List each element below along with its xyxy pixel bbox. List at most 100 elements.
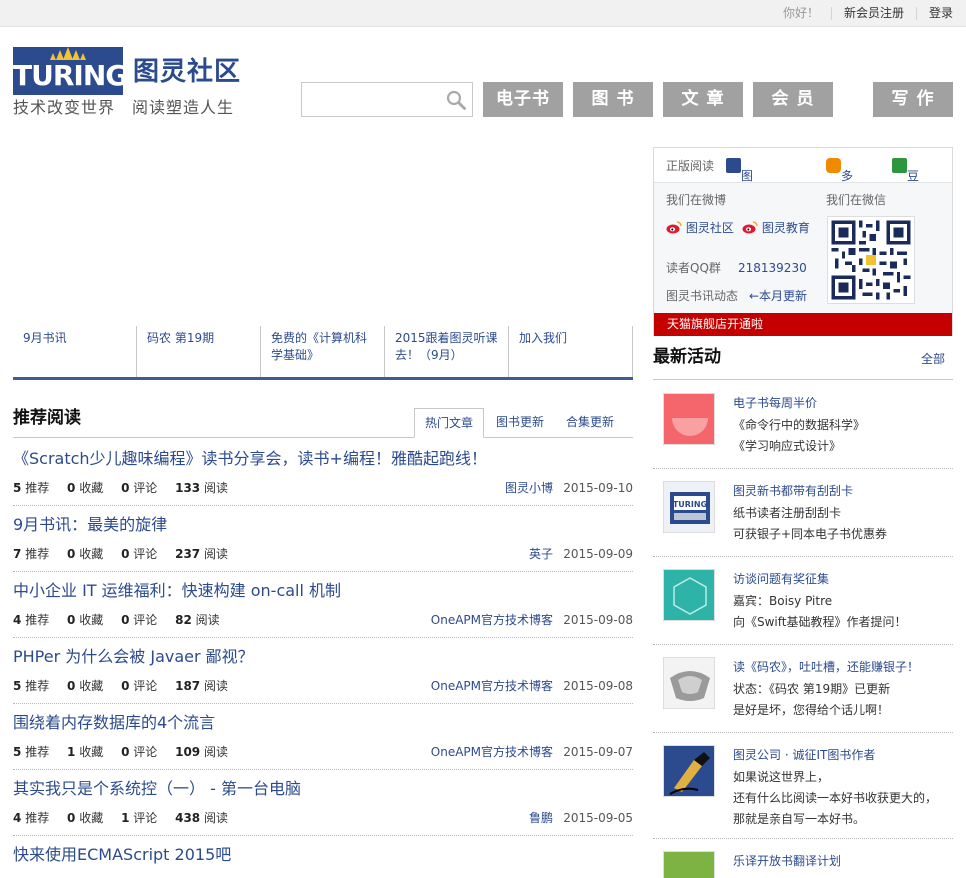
article-item: PHPer 为什么会被 Javaer 鄙视？ 5 推荐 0 收藏 0 评论 18… xyxy=(13,638,633,704)
article-title[interactable]: 中小企业 IT 运维福利：快速构建 on-call 机制 xyxy=(13,580,341,602)
activity-title[interactable]: 电子书每周半价 xyxy=(733,395,817,411)
article-title[interactable]: 围绕着内存数据库的4个流言 xyxy=(13,712,215,734)
duokan-link[interactable]: 多看 xyxy=(826,158,853,199)
favorite-count: 0 xyxy=(67,679,76,693)
activity-thumbnail[interactable] xyxy=(663,393,715,445)
article-title[interactable]: 快来使用ECMAScript 2015吧 xyxy=(13,844,231,866)
turing-ebook-link[interactable]: 图灵电子书 xyxy=(726,158,753,247)
wechat-label: 我们在微信 xyxy=(826,193,887,207)
activity-title[interactable]: 乐译开放书翻译计划 xyxy=(733,853,841,869)
favorite-count: 0 xyxy=(67,811,76,825)
article-title[interactable]: 9月书讯：最美的旋律 xyxy=(13,514,167,536)
comment-label: 评论 xyxy=(133,547,158,561)
article-author[interactable]: 鲁鹏 xyxy=(529,810,553,826)
read-count: 82 xyxy=(175,613,192,627)
news-tab-4[interactable]: 2015跟着图灵听课去！（9月） xyxy=(385,326,509,377)
weibo-community-link[interactable]: 图灵社区 xyxy=(666,220,734,236)
weibo-education-link[interactable]: 图灵教育 xyxy=(742,220,810,236)
recommended-header: 推荐阅读 热门文章 图书更新 合集更新 xyxy=(13,406,633,438)
activity-line: 可获银子+同本电子书优惠券 xyxy=(733,527,888,541)
duokan-icon xyxy=(826,158,841,173)
article-meta: 5 推荐 0 收藏 0 评论 187 阅读 xyxy=(13,678,242,694)
nav-write-button[interactable]: 写 作 xyxy=(873,82,953,117)
article-title[interactable]: 其实我只是个系统控（一） - 第一台电脑 xyxy=(13,778,301,800)
monthly-update-link[interactable]: ←本月更新 xyxy=(749,288,807,304)
coder-magazine-icon xyxy=(664,658,714,708)
register-link[interactable]: 新会员注册 xyxy=(830,7,916,20)
news-tab-5[interactable]: 加入我们 xyxy=(509,326,633,377)
article-title[interactable]: PHPer 为什么会被 Javaer 鄙视？ xyxy=(13,646,254,668)
article-author[interactable]: 图灵小博 xyxy=(505,480,553,496)
read-count: 109 xyxy=(175,745,201,759)
favorite-count: 0 xyxy=(67,613,76,627)
greeting-text: 你好！ xyxy=(782,6,819,20)
activity-title[interactable]: 图灵新书都带有刮刮卡 xyxy=(733,483,853,499)
activity-thumbnail[interactable] xyxy=(663,657,715,709)
tab-book-updates[interactable]: 图书更新 xyxy=(486,408,554,438)
article-meta: 4 推荐 0 收藏 0 评论 82 阅读 xyxy=(13,612,234,628)
turing-ebook-icon xyxy=(726,158,741,173)
news-tab-2[interactable]: 码农 第19期 xyxy=(137,326,261,377)
article-item: 快来使用ECMAScript 2015吧 xyxy=(13,836,633,878)
turing-logo[interactable]: TURING xyxy=(13,47,128,95)
tmall-store-banner[interactable]: 天猫旗舰店开通啦 xyxy=(654,313,952,336)
activity-title[interactable]: 读《码农》，吐吐槽，还能赚银子！ xyxy=(733,659,919,675)
article-author[interactable]: 英子 xyxy=(529,546,553,562)
read-count: 438 xyxy=(175,811,201,825)
article-author[interactable]: OneAPM官方技术博客 xyxy=(431,612,553,628)
activity-title[interactable]: 访谈问题有奖征集 xyxy=(733,571,829,587)
recommend-label: 推荐 xyxy=(25,613,50,627)
nav-ebook-button[interactable]: 电子书 xyxy=(483,82,563,117)
news-tab-3[interactable]: 免费的《计算机科学基础》 xyxy=(261,326,385,377)
favorite-count: 1 xyxy=(67,745,76,759)
recommend-count: 5 xyxy=(13,745,22,759)
search-icon[interactable] xyxy=(446,90,466,110)
article-author[interactable]: OneAPM官方技术博客 xyxy=(431,744,553,760)
reading-channels-box: 正版阅读 图灵电子书 多看 豆瓣 我们在微博 我们在微信 图灵社区 图灵教育 读… xyxy=(653,147,953,336)
qq-number: 218139230 xyxy=(738,261,807,275)
nav-member-button[interactable]: 会 员 xyxy=(753,82,833,117)
activity-thumbnail[interactable] xyxy=(663,745,715,797)
article-meta: 7 推荐 0 收藏 0 评论 237 阅读 xyxy=(13,546,242,562)
activity-thumbnail[interactable] xyxy=(663,569,715,621)
favorite-label: 收藏 xyxy=(79,613,104,627)
activity-line: 《学习响应式设计》 xyxy=(733,439,842,453)
read-label: 阅读 xyxy=(203,481,228,495)
comment-label: 评论 xyxy=(133,811,158,825)
nav-book-button[interactable]: 图 书 xyxy=(573,82,653,117)
nav-article-button[interactable]: 文 章 xyxy=(663,82,743,117)
legal-reading-row: 正版阅读 图灵电子书 多看 豆瓣 xyxy=(654,148,952,247)
half-price-icon xyxy=(664,394,714,444)
weibo-icon xyxy=(742,221,758,234)
login-link[interactable]: 登录 xyxy=(915,7,953,20)
recommend-count: 7 xyxy=(13,547,22,561)
article-item: 围绕着内存数据库的4个流言 5 推荐 1 收藏 0 评论 109 阅读 OneA… xyxy=(13,704,633,770)
news-tab-1[interactable]: 9月书讯 xyxy=(13,326,137,377)
recommend-count: 4 xyxy=(13,613,22,627)
article-author[interactable]: OneAPM官方技术博客 xyxy=(431,678,553,694)
article-title[interactable]: 《Scratch少儿趣味编程》读书分享会，读书+编程！雅酷起跑线！ xyxy=(13,448,487,470)
site-title[interactable]: 图灵社区 xyxy=(133,55,241,89)
activity-thumbnail[interactable]: TURING xyxy=(663,481,715,533)
tab-collection-updates[interactable]: 合集更新 xyxy=(556,408,624,438)
activities-all-link[interactable]: 全部 xyxy=(921,350,945,367)
article-item: 9月书讯：最美的旋律 7 推荐 0 收藏 0 评论 237 阅读 英子 2015… xyxy=(13,506,633,572)
activity-thumbnail[interactable] xyxy=(663,851,715,878)
recommend-count: 5 xyxy=(13,481,22,495)
search-input[interactable] xyxy=(302,83,438,116)
activities-title: 最新活动 xyxy=(653,347,721,367)
recommend-count: 4 xyxy=(13,811,22,825)
weibo-icon xyxy=(666,221,682,234)
douban-link[interactable]: 豆瓣 xyxy=(892,158,919,199)
article-date: 2015-09-07 xyxy=(563,745,633,759)
activity-line: 向《Swift基础教程》作者提问！ xyxy=(733,615,907,629)
comment-count: 0 xyxy=(121,679,130,693)
tab-hot-articles[interactable]: 热门文章 xyxy=(413,408,484,438)
interview-icon xyxy=(664,570,714,620)
article-meta: 5 推荐 1 收藏 0 评论 109 阅读 xyxy=(13,744,242,760)
article-date: 2015-09-05 xyxy=(563,811,633,825)
activity-line: 《命令行中的数据科学》 xyxy=(733,418,866,432)
activity-title[interactable]: 图灵公司 · 诚征IT图书作者 xyxy=(733,747,875,763)
comment-label: 评论 xyxy=(133,745,158,759)
read-label: 阅读 xyxy=(203,679,228,693)
